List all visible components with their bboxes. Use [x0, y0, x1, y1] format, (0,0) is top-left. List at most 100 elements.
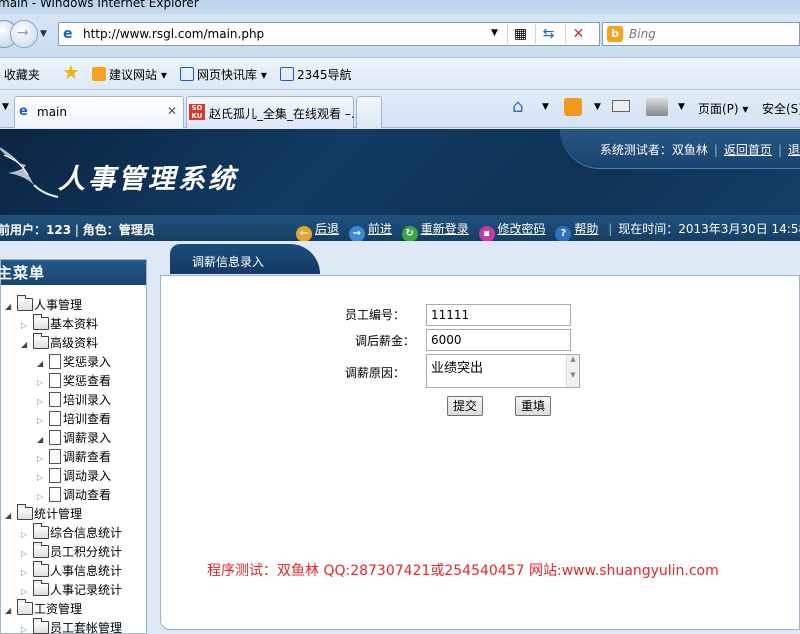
- back-button[interactable]: ← 后退: [296, 220, 339, 242]
- help-button[interactable]: ? 帮助: [555, 220, 598, 242]
- favorite-web-slice[interactable]: 网页快讯库 ▾: [180, 66, 267, 83]
- new-tab-button[interactable]: [356, 96, 382, 128]
- sidebar-item[interactable]: ▷ 调动录入: [37, 467, 111, 485]
- home-icon[interactable]: ⌂: [512, 96, 523, 117]
- sidebar-item[interactable]: ◢ 工资管理: [5, 599, 82, 618]
- expanded-arrow-icon[interactable]: ◢: [37, 435, 49, 444]
- salary-label: 调后薪金：: [355, 334, 416, 348]
- textarea-scrollbar[interactable]: ▲ ▼: [566, 355, 579, 387]
- print-icon[interactable]: [646, 98, 668, 116]
- mail-icon[interactable]: [612, 100, 630, 112]
- app-title: 人事管理系统: [58, 164, 238, 195]
- user-role: 角色：管理员: [82, 223, 155, 237]
- bing-icon: b: [607, 26, 623, 42]
- content-tab-label: 调薪信息录入: [192, 255, 265, 269]
- tab-label: 赵氏孤儿_全集_在线观看 –...: [209, 107, 363, 121]
- collapsed-arrow-icon[interactable]: ▷: [21, 549, 33, 558]
- close-tab-icon[interactable]: ✕: [167, 104, 177, 118]
- user-info: 前用户：123 | 角色：管理员: [0, 223, 155, 237]
- sidebar-item[interactable]: ◢ 人事管理: [5, 295, 82, 314]
- tab-video[interactable]: SO KU 赵氏孤儿_全集_在线观看 –...: [186, 96, 362, 128]
- expanded-arrow-icon[interactable]: ◢: [5, 302, 17, 311]
- employee-no-input[interactable]: [426, 304, 571, 326]
- search-field[interactable]: b Bing: [602, 22, 800, 46]
- reason-textarea[interactable]: 业绩突出 ▲ ▼: [426, 354, 580, 388]
- favorite-2345[interactable]: 2345导航: [280, 66, 352, 83]
- safety-menu[interactable]: 安全(S): [762, 100, 800, 117]
- compatibility-view-icon[interactable]: ▦: [507, 24, 533, 44]
- favorite-suggested-sites[interactable]: 建议网站 ▾: [92, 66, 167, 83]
- relogin-button[interactable]: ↻ 重新登录: [401, 220, 469, 242]
- tab-main[interactable]: e main ✕: [14, 96, 184, 128]
- salary-input[interactable]: [426, 329, 571, 351]
- sidebar-item[interactable]: ▷ 人事信息统计: [21, 561, 122, 580]
- change-password-button[interactable]: ▪ 修改密码: [478, 220, 546, 242]
- page-menu[interactable]: 页面(P) ▾: [698, 100, 748, 117]
- sidebar-item[interactable]: ◢ 奖惩录入: [37, 353, 111, 371]
- sidebar-item[interactable]: ◢ 统计管理: [5, 504, 82, 523]
- app-header: 人事管理系统 系统测试者：双鱼林 | 返回首页 | 退: [0, 129, 800, 215]
- address-field[interactable]: e http://www.rsgl.com/main.php ▼ ▦ ⇆ ✕: [58, 22, 600, 46]
- submit-button[interactable]: 提交: [447, 396, 483, 416]
- sidebar-item[interactable]: ▷ 调薪查看: [37, 448, 111, 466]
- sidebar-item[interactable]: ▷ 奖惩查看: [37, 372, 111, 390]
- sidebar-item[interactable]: ▷ 基本资料: [21, 314, 98, 333]
- sidebar-item[interactable]: ▷ 员工套帐管理: [21, 618, 123, 634]
- sidebar-item[interactable]: ▷ 调动查看: [37, 486, 111, 504]
- page-icon: [49, 392, 61, 407]
- favorite-label: 建议网站 ▾: [109, 68, 167, 82]
- sidebar-item[interactable]: ▷ 培训查看: [37, 410, 111, 428]
- forward-nav-icon[interactable]: [10, 20, 38, 48]
- sidebar-item[interactable]: ◢ 调薪录入: [37, 429, 111, 447]
- collapsed-arrow-icon[interactable]: ▷: [37, 416, 49, 425]
- collapsed-arrow-icon[interactable]: ▷: [21, 530, 33, 539]
- expanded-arrow-icon[interactable]: ◢: [5, 511, 17, 520]
- ie-page-icon: e: [63, 26, 73, 42]
- reason-value: 业绩突出: [431, 361, 484, 376]
- sidebar-item[interactable]: ▷ 员工积分统计: [21, 542, 122, 561]
- sidebar-item[interactable]: ▷ 综合信息统计: [21, 523, 122, 542]
- sidebar-item-label: 员工套帐管理: [50, 621, 123, 634]
- expanded-arrow-icon[interactable]: ◢: [21, 340, 33, 349]
- print-dropdown-icon[interactable]: ▼: [678, 102, 685, 112]
- collapsed-arrow-icon[interactable]: ▷: [21, 321, 33, 330]
- recent-pages-dropdown-icon[interactable]: ▼: [40, 29, 47, 39]
- collapsed-arrow-icon[interactable]: ▷: [37, 378, 49, 387]
- home-link[interactable]: 返回首页: [724, 143, 772, 157]
- expanded-arrow-icon[interactable]: ◢: [37, 359, 49, 368]
- feeds-dropdown-icon[interactable]: ▼: [594, 102, 601, 112]
- feeds-icon[interactable]: [564, 98, 582, 116]
- ie-page-icon: e: [19, 104, 28, 119]
- address-dropdown-icon[interactable]: ▼: [491, 28, 498, 38]
- relogin-icon: ↻: [401, 226, 418, 242]
- page-icon: [49, 449, 61, 464]
- stop-icon[interactable]: ✕: [565, 24, 591, 44]
- expanded-arrow-icon[interactable]: ◢: [5, 606, 17, 615]
- collapsed-arrow-icon[interactable]: ▷: [37, 492, 49, 501]
- refresh-icon[interactable]: ⇆: [535, 24, 561, 44]
- collapsed-arrow-icon[interactable]: ▷: [37, 397, 49, 406]
- address-url[interactable]: http://www.rsgl.com/main.php: [83, 27, 264, 41]
- content-tab-salary-entry[interactable]: 调薪信息录入: [170, 244, 320, 274]
- collapsed-arrow-icon[interactable]: ▷: [21, 587, 33, 596]
- collapsed-arrow-icon[interactable]: ▷: [21, 568, 33, 577]
- home-dropdown-icon[interactable]: ▼: [542, 102, 549, 112]
- favorites-menu[interactable]: ▾ 收藏夹: [0, 66, 40, 83]
- help-icon: ?: [555, 226, 572, 242]
- exit-link[interactable]: 退: [788, 143, 800, 157]
- sidebar-item[interactable]: ▷ 人事记录统计: [21, 580, 122, 599]
- reset-button[interactable]: 重填: [515, 396, 551, 416]
- collapsed-arrow-icon[interactable]: ▷: [21, 625, 33, 634]
- quick-tabs-dropdown-icon[interactable]: ▼: [2, 102, 9, 112]
- header-links: 系统测试者：双鱼林 | 返回首页 | 退: [599, 143, 800, 157]
- page-icon: [49, 373, 61, 388]
- add-favorite-star-icon[interactable]: ★: [62, 62, 80, 82]
- collapsed-arrow-icon[interactable]: ▷: [37, 454, 49, 463]
- collapsed-arrow-icon[interactable]: ▷: [37, 473, 49, 482]
- folder-icon: [33, 333, 49, 349]
- current-user: 前用户：123: [0, 223, 72, 237]
- sidebar-item[interactable]: ▷ 培训录入: [37, 391, 111, 409]
- window-title: main - Windows Internet Explorer: [0, 0, 199, 10]
- forward-button[interactable]: → 前进: [348, 220, 392, 242]
- sidebar-item[interactable]: ◢ 高级资料: [21, 333, 98, 352]
